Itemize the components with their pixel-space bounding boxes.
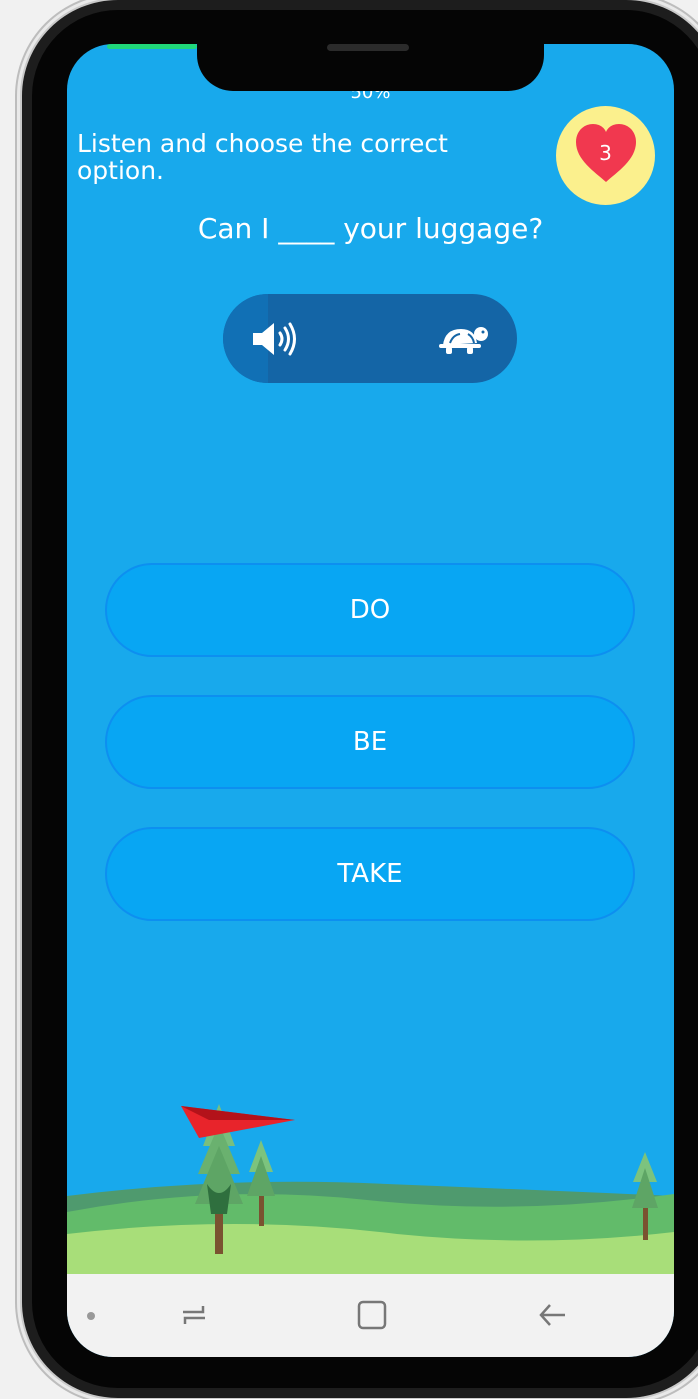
speaker-icon[interactable] (251, 321, 303, 357)
back-arrow-icon[interactable] (535, 1298, 569, 1332)
nav-indicator-dot (87, 1312, 95, 1320)
lives-count: 3 (599, 141, 612, 165)
question-sentence: Can I ____ your luggage? (197, 212, 544, 245)
progress-bar-fill (107, 44, 197, 49)
system-nav-bar (67, 1274, 674, 1357)
camera-notch (197, 44, 544, 91)
landscape-illustration (67, 1104, 674, 1274)
recents-icon[interactable] (177, 1298, 211, 1332)
instruction-text: Listen and choose the correct option. (77, 129, 448, 185)
audio-controls (223, 294, 517, 383)
turtle-icon[interactable] (439, 321, 489, 357)
answer-option-be[interactable]: BE (105, 695, 635, 789)
answer-option-take[interactable]: TAKE (105, 827, 635, 921)
earpiece-slot (327, 44, 409, 51)
lives-badge: 3 (556, 106, 655, 205)
home-icon[interactable] (355, 1298, 389, 1332)
answer-option-do[interactable]: DO (105, 563, 635, 657)
app-screen: 50% Listen and choose the correct option… (67, 44, 674, 1357)
